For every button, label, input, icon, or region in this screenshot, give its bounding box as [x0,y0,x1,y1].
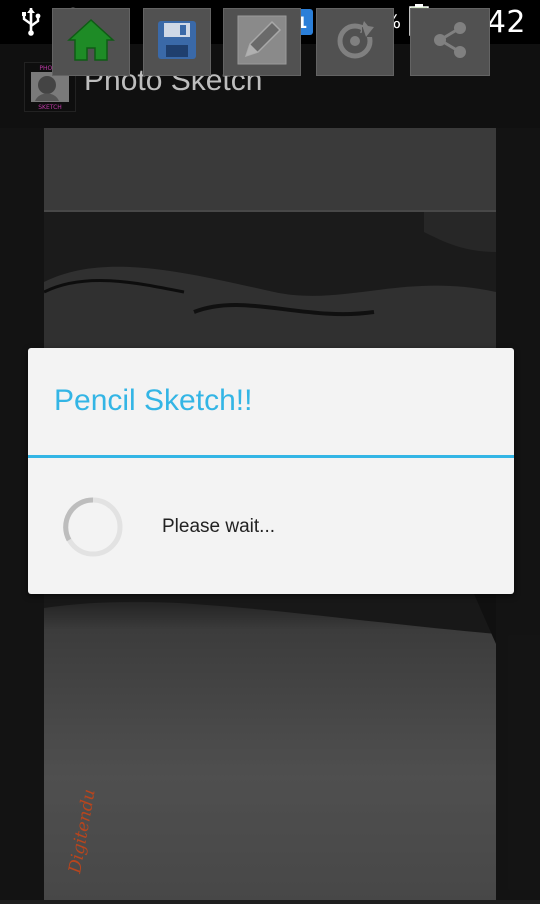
watermark: Digitendu [62,786,122,880]
dialog-divider [28,455,514,458]
share-button[interactable] [410,8,490,76]
usb-icon [18,6,44,40]
dialog-title: Pencil Sketch!! [54,384,253,417]
share-icon [428,18,472,66]
watermark-text: Digitendu [65,788,100,876]
loading-spinner-icon [62,496,124,558]
save-button[interactable] [143,8,211,76]
save-icon [156,19,198,65]
home-icon [66,16,116,68]
app-logo-text-bottom: SKETCH [38,104,62,111]
home-button[interactable] [52,8,130,76]
rotate-button[interactable] [316,8,394,76]
progress-dialog: Pencil Sketch!! Please wait... [28,348,514,594]
pencil-icon [236,14,288,70]
pencil-button[interactable] [223,8,301,76]
rotate-icon [332,17,378,67]
dialog-message: Please wait... [162,516,275,537]
